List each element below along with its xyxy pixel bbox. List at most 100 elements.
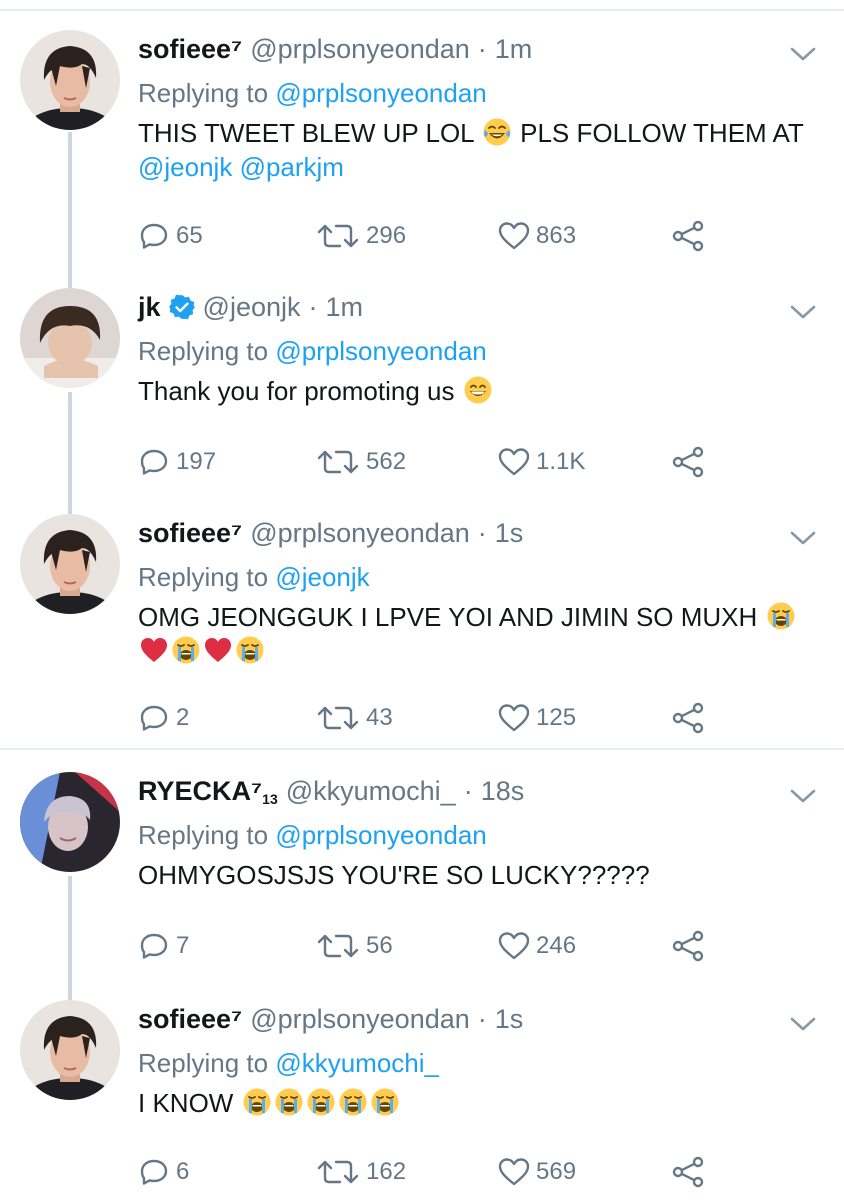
heart-icon bbox=[498, 930, 530, 962]
retweet-icon bbox=[316, 220, 360, 252]
heart-icon bbox=[498, 446, 530, 478]
text-segment: PLS FOLLOW THEM AT bbox=[512, 118, 804, 148]
red-heart-icon bbox=[203, 635, 233, 665]
user-handle[interactable]: @kkyumochi_ bbox=[286, 774, 456, 808]
heart-icon bbox=[498, 702, 530, 734]
replying-label: Replying to bbox=[138, 336, 269, 366]
display-name[interactable]: sofieee⁷ bbox=[138, 1002, 242, 1036]
separator-dot: · bbox=[308, 292, 318, 322]
avatar[interactable] bbox=[20, 30, 120, 130]
replying-mention[interactable]: @prplsonyeondan bbox=[275, 820, 486, 850]
share-button[interactable] bbox=[672, 1154, 710, 1190]
reply-icon bbox=[138, 1156, 170, 1188]
like-count: 863 bbox=[536, 222, 577, 249]
retweet-button[interactable]: 162 bbox=[316, 1154, 406, 1190]
retweet-button[interactable]: 296 bbox=[316, 218, 406, 254]
avatar[interactable] bbox=[20, 1000, 120, 1100]
loudly-crying-face-icon bbox=[242, 1087, 272, 1117]
reply-button[interactable]: 6 bbox=[138, 1154, 189, 1190]
replying-mention[interactable]: @prplsonyeondan bbox=[275, 78, 486, 108]
chevron-down-icon[interactable] bbox=[790, 46, 816, 62]
avatar[interactable] bbox=[20, 514, 120, 614]
mention-link[interactable]: @parkjm bbox=[240, 152, 344, 182]
user-handle[interactable]: @prplsonyeondan bbox=[250, 1002, 470, 1036]
text-segment: I KNOW bbox=[138, 1088, 241, 1118]
reply-button[interactable]: 197 bbox=[138, 444, 216, 480]
like-count: 246 bbox=[536, 932, 577, 959]
user-handle[interactable]: @jeonjk bbox=[203, 290, 301, 324]
replying-label: Replying to bbox=[138, 78, 269, 108]
retweet-count: 56 bbox=[366, 932, 393, 959]
reply-count: 197 bbox=[176, 448, 217, 475]
loudly-crying-face-icon bbox=[306, 1087, 336, 1117]
timestamp[interactable]: 1s bbox=[495, 516, 524, 550]
retweet-icon bbox=[316, 930, 360, 962]
reply-count: 2 bbox=[176, 704, 190, 731]
avatar[interactable] bbox=[20, 288, 120, 388]
red-heart-icon bbox=[139, 635, 169, 665]
like-count: 1.1K bbox=[536, 448, 586, 475]
share-button[interactable] bbox=[672, 218, 710, 254]
display-name[interactable]: sofieee⁷ bbox=[138, 32, 242, 66]
like-button[interactable]: 125 bbox=[498, 700, 576, 736]
retweet-count: 296 bbox=[366, 222, 407, 249]
display-name[interactable]: sofieee⁷ bbox=[138, 516, 242, 550]
display-name[interactable]: jk bbox=[138, 290, 161, 324]
retweet-count: 43 bbox=[366, 704, 393, 731]
share-icon bbox=[672, 1156, 704, 1188]
share-button[interactable] bbox=[672, 700, 710, 736]
tweet-text: OMG JEONGGUK I LPVE YOI AND JIMIN SO MUX… bbox=[138, 600, 814, 668]
reply-count: 6 bbox=[176, 1158, 190, 1185]
avatar[interactable] bbox=[20, 772, 120, 872]
reply-button[interactable]: 2 bbox=[138, 700, 189, 736]
timestamp[interactable]: 1s bbox=[495, 1002, 524, 1036]
replying-label: Replying to bbox=[138, 1048, 269, 1078]
like-button[interactable]: 569 bbox=[498, 1154, 576, 1190]
like-button[interactable]: 1.1K bbox=[498, 444, 585, 480]
chevron-down-icon[interactable] bbox=[790, 530, 816, 546]
like-count: 569 bbox=[536, 1158, 577, 1185]
chevron-down-icon[interactable] bbox=[790, 1016, 816, 1032]
like-button[interactable]: 246 bbox=[498, 928, 576, 964]
retweet-button[interactable]: 56 bbox=[316, 928, 393, 964]
heart-icon bbox=[498, 1156, 530, 1188]
retweet-button[interactable]: 562 bbox=[316, 444, 406, 480]
replying-mention[interactable]: @kkyumochi_ bbox=[275, 1048, 439, 1078]
loudly-crying-face-icon bbox=[171, 635, 201, 665]
replying-mention[interactable]: @jeonjk bbox=[275, 562, 369, 592]
reply-icon bbox=[138, 220, 170, 252]
retweet-button[interactable]: 43 bbox=[316, 700, 393, 736]
display-name[interactable]: RYECKA⁷ bbox=[138, 774, 262, 808]
loudly-crying-face-icon bbox=[338, 1087, 368, 1117]
thread-connector bbox=[68, 132, 72, 288]
separator-dot: · bbox=[463, 776, 473, 806]
share-button[interactable] bbox=[672, 928, 710, 964]
replying-mention[interactable]: @prplsonyeondan bbox=[275, 336, 486, 366]
loudly-crying-face-icon bbox=[370, 1087, 400, 1117]
loudly-crying-face-icon bbox=[235, 635, 265, 665]
timestamp[interactable]: 1m bbox=[495, 32, 533, 66]
display-name-subscript: 13 bbox=[262, 791, 278, 807]
user-handle[interactable]: @prplsonyeondan bbox=[250, 516, 470, 550]
share-icon bbox=[672, 702, 704, 734]
verified-badge-icon bbox=[169, 294, 195, 320]
share-button[interactable] bbox=[672, 444, 710, 480]
retweet-icon bbox=[316, 702, 360, 734]
chevron-down-icon[interactable] bbox=[790, 304, 816, 320]
reply-button[interactable]: 7 bbox=[138, 928, 189, 964]
timestamp[interactable]: 1m bbox=[326, 290, 364, 324]
mention-link[interactable]: @jeonjk bbox=[138, 152, 232, 182]
tweet-text: THIS TWEET BLEW UP LOL PLS FOLLOW THEM A… bbox=[138, 116, 814, 184]
reply-button[interactable]: 65 bbox=[138, 218, 203, 254]
retweet-count: 562 bbox=[366, 448, 407, 475]
reply-count: 7 bbox=[176, 932, 190, 959]
share-icon bbox=[672, 930, 704, 962]
like-button[interactable]: 863 bbox=[498, 218, 576, 254]
reply-icon bbox=[138, 930, 170, 962]
like-count: 125 bbox=[536, 704, 577, 731]
loudly-crying-face-icon bbox=[274, 1087, 304, 1117]
chevron-down-icon[interactable] bbox=[790, 788, 816, 804]
timestamp[interactable]: 18s bbox=[481, 774, 525, 808]
user-handle[interactable]: @prplsonyeondan bbox=[250, 32, 470, 66]
reply-icon bbox=[138, 446, 170, 478]
